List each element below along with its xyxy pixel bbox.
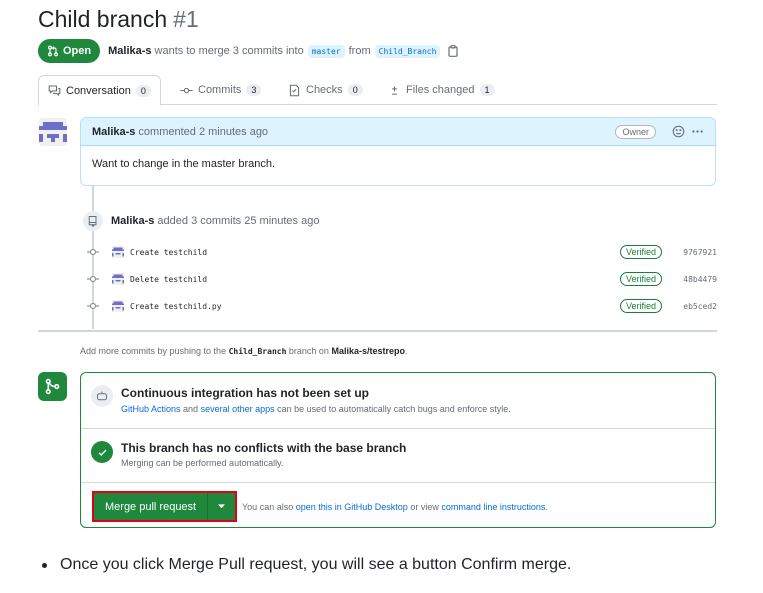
push-hint-suffix: .	[404, 346, 408, 356]
tab-conversation[interactable]: Conversation 0	[38, 75, 161, 106]
merge-status-icon-box	[38, 372, 67, 401]
pr-author-link[interactable]: Malika-s	[108, 45, 151, 57]
merge-alternatives: You can also open this in GitHub Desktop…	[242, 502, 548, 512]
commit-row: Create testchild.py Verified eb5ced2	[87, 297, 717, 315]
commit-message-link[interactable]: Create testchild.py	[130, 302, 222, 311]
other-apps-link[interactable]: several other apps	[201, 404, 275, 414]
conflict-title: This branch has no conflicts with the ba…	[121, 441, 407, 455]
ci-title: Continuous integration has not been set …	[121, 386, 369, 400]
pr-title: Child branch #1	[38, 6, 199, 33]
success-circle	[91, 441, 113, 463]
comment-author-link[interactable]: Malika-s	[92, 126, 135, 138]
ci-status-circle	[91, 385, 113, 407]
tab-label: Files changed	[406, 84, 475, 96]
check-icon	[98, 449, 106, 456]
tab-label: Conversation	[66, 84, 131, 97]
pr-number: #1	[173, 6, 199, 32]
commit-row: Create testchild Verified 9767921	[87, 243, 717, 261]
from-word: from	[348, 45, 371, 57]
copy-icon[interactable]	[448, 45, 459, 57]
tab-label: Checks	[306, 84, 343, 96]
checklist-icon	[288, 84, 301, 97]
tab-label: Commits	[198, 84, 242, 96]
commit-sha-link[interactable]: eb5ced2	[681, 302, 717, 311]
avatar[interactable]	[112, 273, 124, 285]
push-event: Malika-s added 3 commits 25 minutes ago	[83, 211, 319, 231]
merge-button-group: Merge pull request	[92, 491, 238, 522]
push-event-text: added 3 commits 25 minutes ago	[157, 215, 320, 227]
git-commit-icon	[87, 246, 99, 258]
repo-push-icon	[83, 211, 103, 231]
verified-badge[interactable]: Verified	[619, 299, 662, 313]
also-prefix: You can also	[242, 502, 294, 512]
merge-pull-request-button[interactable]: Merge pull request	[94, 493, 209, 520]
smiley-icon[interactable]	[672, 125, 685, 138]
pr-tabs: Conversation 0 Commits 3 Checks 0 Files …	[38, 75, 717, 106]
conflict-description: Merging can be performed automatically.	[121, 458, 284, 468]
triangle-down-icon	[218, 504, 226, 509]
kebab-horizontal-icon[interactable]	[691, 125, 704, 138]
commit-message-link[interactable]: Create testchild	[130, 248, 207, 257]
ci-and: and	[183, 404, 199, 414]
github-actions-link[interactable]: GitHub Actions	[121, 404, 181, 414]
timeline-divider	[38, 330, 717, 332]
git-pull-request-icon	[48, 45, 58, 57]
avatar[interactable]	[112, 246, 124, 258]
tab-files-changed[interactable]: Files changed 1	[388, 75, 495, 105]
owner-badge: Owner	[615, 124, 656, 139]
merge-method-dropdown[interactable]	[208, 493, 236, 520]
comment-timestamp: commented 2 minutes ago	[138, 125, 269, 138]
status-badge-label: Open	[63, 45, 92, 57]
push-author-link[interactable]: Malika-s	[111, 215, 154, 227]
commit-sha-link[interactable]: 48b4479	[681, 275, 717, 284]
open-desktop-link[interactable]: open this in GitHub Desktop	[296, 502, 408, 512]
tab-commits[interactable]: Commits 3	[180, 75, 262, 105]
ci-description: GitHub Actions and several other apps ca…	[121, 404, 511, 414]
instruction-text: Once you click Merge Pull request, you w…	[60, 556, 572, 573]
git-commit-icon	[87, 300, 99, 312]
status-badge: Open	[38, 39, 101, 63]
also-mid: or view	[410, 502, 439, 512]
avatar[interactable]	[39, 118, 67, 146]
also-suffix: .	[545, 502, 548, 512]
dependabot-icon	[97, 391, 107, 401]
tab-counter: 0	[135, 84, 151, 97]
git-commit-icon	[180, 84, 193, 97]
ci-rest: can be used to automatically catch bugs …	[277, 404, 511, 414]
verified-badge[interactable]: Verified	[619, 245, 662, 259]
push-hint-prefix: Add more commits by pushing to the	[80, 346, 227, 356]
commit-message-link[interactable]: Delete testchild	[130, 275, 207, 284]
base-branch-tag[interactable]: master	[307, 44, 345, 58]
push-hint-repo-link[interactable]: Malika-s/testrepo	[331, 346, 405, 356]
comment-discussion-icon	[48, 84, 61, 97]
comment-card: Malika-s commented 2 minutes ago Owner W…	[80, 117, 716, 186]
conflict-section: This branch has no conflicts with the ba…	[81, 429, 715, 483]
git-commit-icon	[87, 273, 99, 285]
avatar[interactable]	[112, 300, 124, 312]
commit-row: Delete testchild Verified 48b4479	[87, 270, 717, 288]
command-line-link[interactable]: command line instructions	[441, 502, 545, 512]
push-hint-branch: Child_Branch	[228, 347, 287, 356]
file-diff-icon	[388, 84, 401, 97]
ci-section: Continuous integration has not been set …	[81, 373, 715, 429]
push-hint-middle: branch on	[288, 346, 329, 356]
comment-body: Want to change in the master branch.	[92, 158, 276, 170]
merge-box: Continuous integration has not been set …	[80, 372, 716, 528]
verified-badge[interactable]: Verified	[619, 272, 662, 286]
comment-header: Malika-s commented 2 minutes ago Owner	[81, 118, 715, 146]
tab-counter: 0	[347, 84, 363, 96]
merge-actions: Merge pull request You can also open thi…	[81, 483, 715, 527]
tab-counter: 1	[479, 84, 495, 96]
head-branch-tag[interactable]: Child_Branch	[374, 44, 441, 58]
push-hint: Add more commits by pushing to the Child…	[80, 346, 408, 356]
instruction-note: Once you click Merge Pull request, you w…	[42, 556, 571, 574]
pr-summary: wants to merge 3 commits into	[154, 45, 304, 57]
tab-checks[interactable]: Checks 0	[288, 75, 363, 105]
pr-meta: Open Malika-s wants to merge 3 commits i…	[38, 38, 459, 64]
pr-title-text: Child branch	[38, 6, 168, 32]
commit-sha-link[interactable]: 9767921	[681, 248, 717, 257]
git-merge-icon	[45, 378, 60, 395]
tab-counter: 3	[246, 84, 262, 96]
bullet-point	[42, 562, 47, 568]
